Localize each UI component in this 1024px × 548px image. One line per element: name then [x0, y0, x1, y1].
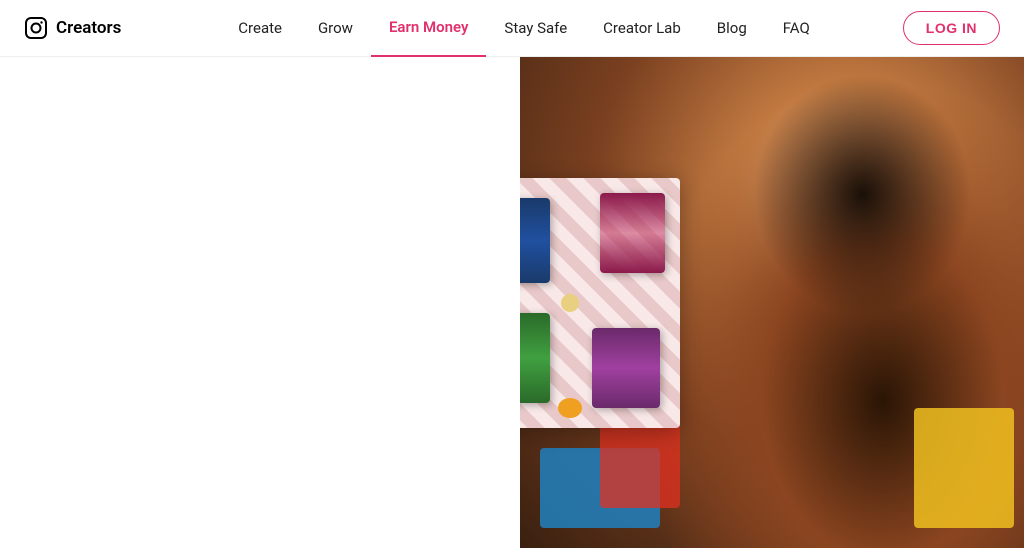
nav-creator-lab[interactable]: Creator Lab [585, 0, 699, 57]
flatlay-image [520, 178, 680, 428]
brand-section: Creators [24, 16, 121, 40]
hero-image [520, 57, 1024, 548]
nav-faq[interactable]: FAQ [765, 0, 828, 57]
main-nav: Create Grow Earn Money Stay Safe Creator… [220, 0, 828, 57]
flatlay-product-2 [600, 193, 665, 273]
main-content: MAKE THAT MONEY Get paid for thework you… [0, 57, 1024, 548]
flatlay-product-1 [520, 198, 550, 283]
clothing-yellow [914, 408, 1014, 528]
flatlay-fruit-2 [561, 294, 579, 312]
flatlay-fruit-1 [558, 398, 582, 418]
nav-blog[interactable]: Blog [699, 0, 765, 57]
nav-stay-safe[interactable]: Stay Safe [486, 0, 585, 57]
nav-earn-money[interactable]: Earn Money [371, 0, 486, 57]
flatlay-product-4 [592, 328, 660, 408]
login-button[interactable]: LOG IN [903, 11, 1000, 45]
nav-create[interactable]: Create [220, 0, 300, 57]
flatlay-background [520, 178, 680, 428]
text-background [0, 57, 520, 548]
nav-grow[interactable]: Grow [300, 0, 371, 57]
brand-name: Creators [56, 18, 121, 38]
flatlay-product-3 [520, 313, 550, 403]
instagram-icon [24, 16, 48, 40]
header: Creators Create Grow Earn Money Stay Saf… [0, 0, 1024, 57]
